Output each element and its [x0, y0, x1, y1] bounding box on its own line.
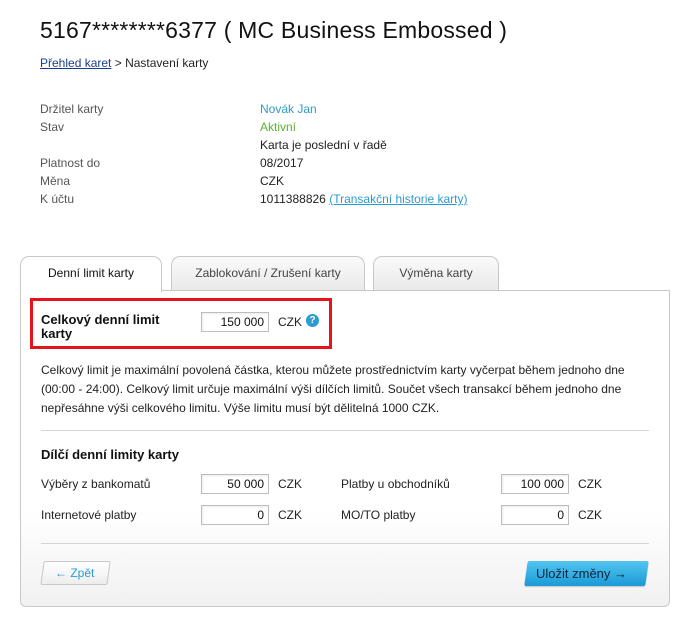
- last-in-line-text: Karta je poslední v řadě: [260, 138, 387, 152]
- account-value: 1011388826: [260, 192, 326, 206]
- save-button-label: Uložit změny →: [536, 566, 628, 581]
- status-value: Aktivní: [260, 120, 297, 134]
- breadcrumb-link-card-overview[interactable]: Přehled karet: [40, 56, 111, 70]
- total-limit-label: Celkový denní limit karty: [41, 312, 160, 341]
- breadcrumb-current: Nastavení karty: [125, 56, 209, 70]
- internet-limit-label: Internetové platby: [41, 508, 137, 522]
- divider-top: [41, 430, 649, 431]
- merchant-limit-currency: CZK: [578, 477, 602, 491]
- atm-limit-currency: CZK: [278, 477, 302, 491]
- divider-bottom: [41, 543, 649, 544]
- atm-limit-label: Výběry z bankomatů: [41, 477, 151, 491]
- back-button[interactable]: ← Zpět: [40, 561, 111, 585]
- validity-value: 08/2017: [260, 156, 304, 170]
- moto-limit-currency: CZK: [578, 508, 602, 522]
- moto-limit-label: MO/TO platby: [341, 508, 416, 522]
- help-icon[interactable]: ?: [306, 314, 319, 327]
- total-limit-currency: CZK: [278, 315, 302, 329]
- page-title: 5167********6377 ( MC Business Embossed …: [40, 17, 508, 43]
- total-limit-input[interactable]: [201, 312, 269, 332]
- card-holder-value: Novák Jan: [260, 102, 317, 116]
- currency-value: CZK: [260, 174, 284, 188]
- merchant-limit-input[interactable]: [501, 474, 569, 494]
- partial-limits-title: Dílčí denní limity karty: [41, 447, 179, 462]
- save-changes-button[interactable]: Uložit změny →: [524, 561, 649, 586]
- transaction-history-link[interactable]: (Transakční historie karty): [329, 192, 467, 206]
- status-label: Stav: [40, 120, 65, 134]
- tab-card-replacement[interactable]: Výměna karty: [373, 256, 499, 291]
- internet-limit-currency: CZK: [278, 508, 302, 522]
- atm-limit-input[interactable]: [201, 474, 269, 494]
- tab-bar: Denní limit karty Zablokování / Zrušení …: [20, 256, 670, 292]
- breadcrumb-separator: >: [111, 56, 126, 70]
- breadcrumb: Přehled karet > Nastavení karty: [40, 56, 208, 70]
- card-holder-label: Držitel karty: [40, 102, 104, 116]
- account-value-group: 1011388826 (Transakční historie karty): [260, 192, 467, 206]
- currency-label: Měna: [40, 174, 71, 188]
- back-button-label: ← Zpět: [55, 566, 95, 580]
- merchant-limit-label: Platby u obchodníků: [341, 477, 450, 491]
- limit-description: Celkový limit je maximální povolená část…: [41, 363, 625, 415]
- tab-block-cancel[interactable]: Zablokování / Zrušení karty: [171, 256, 365, 291]
- tab-daily-limit[interactable]: Denní limit karty: [20, 256, 162, 292]
- account-label: K účtu: [40, 192, 75, 206]
- internet-limit-input[interactable]: [201, 505, 269, 525]
- validity-label: Platnost do: [40, 156, 101, 170]
- moto-limit-input[interactable]: [501, 505, 569, 525]
